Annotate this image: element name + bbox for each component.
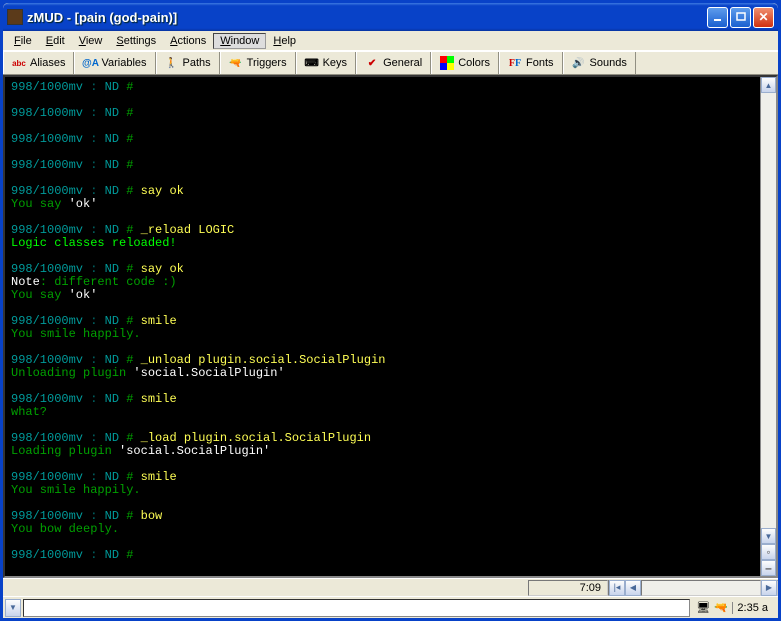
toolbar-label: Paths	[183, 57, 211, 69]
scroll-right-button[interactable]: ▶	[761, 580, 777, 596]
toolbar-general[interactable]: ✔ General	[356, 52, 431, 74]
input-bar: ▼ 🖥 🔫 2:35 a	[3, 596, 778, 618]
toolbar-keys[interactable]: ⌨ Keys	[296, 52, 356, 74]
menu-help[interactable]: Help	[266, 33, 303, 49]
colors-icon	[440, 56, 454, 70]
menu-file[interactable]: File	[7, 33, 39, 49]
fonts-icon: FF	[508, 56, 522, 70]
toolbar-label: Keys	[323, 57, 347, 69]
main-window: zMUD - [pain (god-pain)] ✕ File Edit Vie…	[0, 0, 781, 621]
history-dropdown-button[interactable]: ▼	[5, 599, 21, 617]
window-buttons: ✕	[707, 7, 774, 28]
command-input[interactable]	[23, 599, 690, 617]
menu-settings[interactable]: Settings	[109, 33, 163, 49]
toolbar-label: Triggers	[247, 57, 287, 69]
check-icon: ✔	[365, 56, 379, 70]
hscroll-track[interactable]	[641, 580, 761, 596]
scroll-track[interactable]	[761, 93, 776, 528]
toolbar-label: Sounds	[590, 57, 627, 69]
abc-icon: abc	[12, 56, 26, 70]
titlebar[interactable]: zMUD - [pain (god-pain)] ✕	[3, 3, 778, 31]
gun-icon[interactable]: 🔫	[714, 601, 728, 615]
paths-icon: 🚶	[165, 56, 179, 70]
toolbar-label: Variables	[101, 57, 146, 69]
toolbar-fonts[interactable]: FF Fonts	[499, 52, 563, 74]
tray: 🖥 🔫 2:35 a	[692, 601, 776, 615]
menubar: File Edit View Settings Actions Window H…	[3, 31, 778, 51]
statusbar: 7:09 |◂ ◀ ▶	[3, 578, 778, 596]
toolbar-label: General	[383, 57, 422, 69]
toolbar-paths[interactable]: 🚶 Paths	[156, 52, 220, 74]
keyboard-icon: ⌨	[305, 56, 319, 70]
speaker-icon: 🔊	[572, 56, 586, 70]
toolbar-colors[interactable]: Colors	[431, 52, 499, 74]
status-time: 7:09	[528, 580, 608, 596]
toolbar-sounds[interactable]: 🔊 Sounds	[563, 52, 636, 74]
menu-actions[interactable]: Actions	[163, 33, 213, 49]
toolbar-aliases[interactable]: abc Aliases	[3, 52, 74, 74]
scroll-down-button[interactable]: ▼	[761, 528, 776, 544]
menu-window[interactable]: Window	[213, 33, 266, 49]
app-icon	[7, 9, 23, 25]
menu-edit[interactable]: Edit	[39, 33, 72, 49]
scroll-left-button[interactable]: ◀	[625, 580, 641, 596]
menu-view[interactable]: View	[72, 33, 110, 49]
split-button[interactable]: ◦	[761, 544, 776, 560]
scroll-up-button[interactable]: ▲	[761, 77, 776, 93]
minimize-button[interactable]	[707, 7, 728, 28]
terminal-container: 998/1000mv : ND # 998/1000mv : ND # 998/…	[3, 75, 778, 578]
toolbar-label: Colors	[458, 57, 490, 69]
toolbar-triggers[interactable]: 🔫 Triggers	[220, 52, 296, 74]
collapse-button[interactable]: –	[761, 560, 776, 576]
toolbar-label: Aliases	[30, 57, 65, 69]
computer-icon[interactable]: 🖥	[696, 601, 710, 615]
terminal-output[interactable]: 998/1000mv : ND # 998/1000mv : ND # 998/…	[5, 77, 760, 576]
scroll-left-start-button[interactable]: |◂	[609, 580, 625, 596]
vertical-scrollbar[interactable]: ▲ ▼ ◦ –	[760, 77, 776, 576]
clock: 2:35 a	[732, 602, 772, 614]
maximize-button[interactable]	[730, 7, 751, 28]
gun-icon: 🔫	[229, 56, 243, 70]
toolbar-variables[interactable]: @A Variables	[74, 52, 155, 74]
toolbar-label: Fonts	[526, 57, 554, 69]
at-icon: @A	[83, 56, 97, 70]
horizontal-scroll[interactable]: |◂ ◀ ▶	[608, 580, 778, 596]
close-button[interactable]: ✕	[753, 7, 774, 28]
window-title: zMUD - [pain (god-pain)]	[27, 10, 707, 25]
toolbar: abcAliases @AVariables 🚶Paths 🔫Triggers …	[3, 51, 778, 75]
